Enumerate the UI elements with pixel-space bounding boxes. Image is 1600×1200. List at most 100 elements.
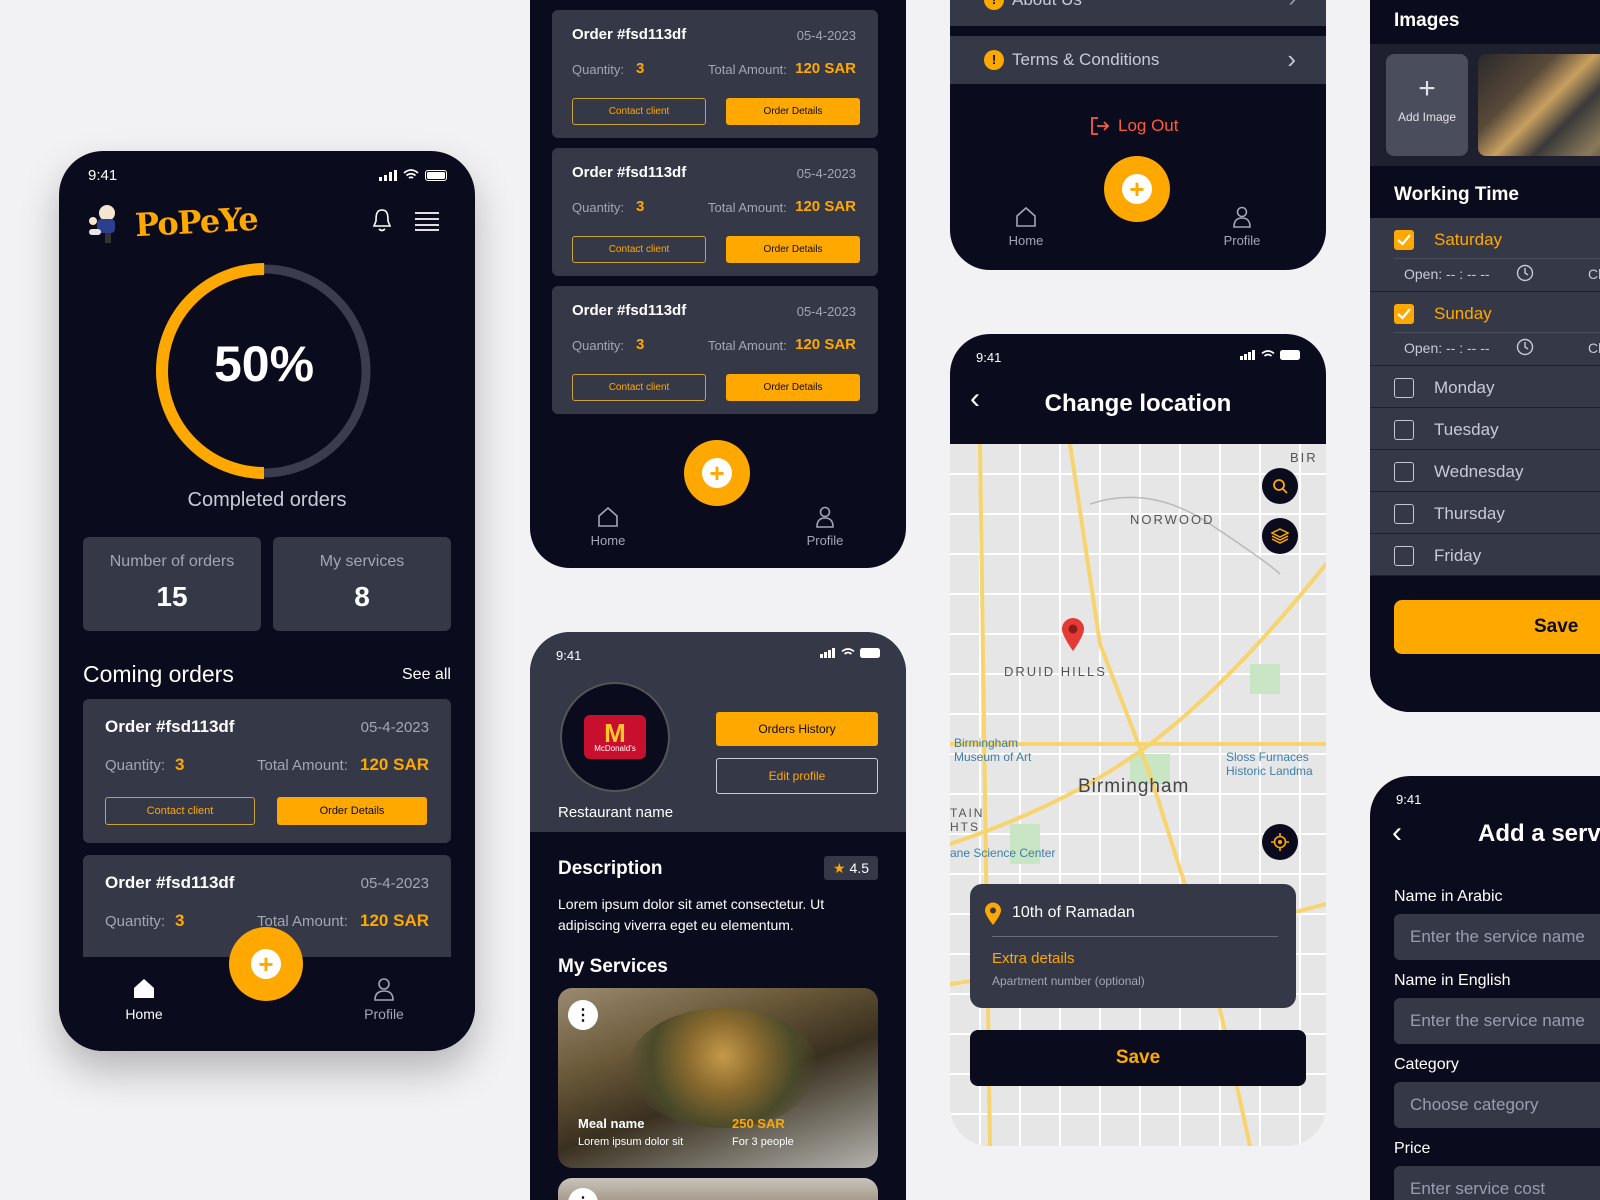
terms-row[interactable]: ! Terms & Conditions › xyxy=(950,36,1326,84)
day-label: Thursday xyxy=(1434,504,1505,523)
clock-icon[interactable] xyxy=(1516,264,1534,287)
day-row[interactable]: Tuesday xyxy=(1370,408,1600,449)
nav-profile-label: Profile xyxy=(806,533,844,548)
day-label: Sunday xyxy=(1434,304,1492,323)
profile-icon xyxy=(816,506,834,528)
chevron-right-icon: › xyxy=(1289,0,1296,12)
qty-value: 3 xyxy=(636,198,645,215)
day-label: Saturday xyxy=(1434,230,1503,249)
name-ar-input[interactable]: Enter the service name xyxy=(1394,914,1600,960)
map[interactable]: NORWOOD DRUID HILLS Birmingham Birmingha… xyxy=(950,444,1326,1146)
map-search-icon[interactable] xyxy=(1262,468,1298,504)
back-chevron-icon[interactable]: ‹ xyxy=(1392,818,1402,848)
order-card: Order #fsd113df 05-4-2023 Quantity: 3 Total … xyxy=(552,10,878,138)
add-fab-button[interactable]: + xyxy=(684,440,750,506)
stat-value: 8 xyxy=(354,581,370,612)
nav-profile[interactable]: Profile xyxy=(349,977,419,1022)
open-time-input[interactable]: -- : -- -- xyxy=(1446,340,1490,356)
day-row[interactable]: Saturday Open: -- : -- -- Cl xyxy=(1370,218,1600,291)
day-checkbox[interactable] xyxy=(1394,230,1414,250)
status-icons xyxy=(1240,350,1302,360)
name-en-label: Name in English xyxy=(1394,972,1511,989)
wifi-icon xyxy=(403,169,419,179)
contact-client-button[interactable]: Contact client xyxy=(572,236,706,263)
orders-history-button[interactable]: Orders History xyxy=(716,712,878,746)
stat-value: 15 xyxy=(156,581,188,612)
day-row[interactable]: Wednesday xyxy=(1370,450,1600,491)
nav-home[interactable]: Home xyxy=(578,506,638,548)
day-checkbox[interactable] xyxy=(1394,420,1414,440)
qty-label: Quantity: xyxy=(572,200,625,215)
save-label: Save xyxy=(1534,616,1579,637)
map-label: TAIN HTS xyxy=(950,806,985,834)
service-card[interactable]: ⋮ Meal name Lorem ipsum dolor sit 250 SA… xyxy=(558,988,878,1168)
order-details-button[interactable]: Order Details xyxy=(726,374,860,401)
service-card[interactable]: ⋮ xyxy=(558,1178,878,1200)
plus-icon: + xyxy=(1418,72,1436,105)
map-label: Sloss Furnaces Historic Landma xyxy=(1226,750,1313,778)
open-time-input[interactable]: -- : -- -- xyxy=(1446,266,1490,282)
address-value[interactable]: 10th of Ramadan xyxy=(1012,904,1135,922)
category-select[interactable]: Choose category xyxy=(1394,1082,1600,1128)
order-card: Order #fsd113df 05-4-2023 Quantity: 3 To… xyxy=(83,699,451,843)
day-checkbox[interactable] xyxy=(1394,378,1414,398)
day-checkbox[interactable] xyxy=(1394,462,1414,482)
terms-label: Terms & Conditions xyxy=(1012,50,1160,69)
contact-client-button[interactable]: Contact client xyxy=(572,374,706,401)
total-value: 120 SAR xyxy=(360,911,429,930)
about-row[interactable]: ! About Us › xyxy=(950,0,1326,26)
day-checkbox[interactable] xyxy=(1394,304,1414,324)
my-location-icon[interactable] xyxy=(1262,824,1298,860)
day-checkbox[interactable] xyxy=(1394,504,1414,524)
about-label: About Us xyxy=(1012,0,1082,10)
order-date: 05-4-2023 xyxy=(796,166,856,181)
bell-icon[interactable] xyxy=(371,207,393,238)
day-row[interactable]: Friday xyxy=(1370,534,1600,575)
map-label: DRUID HILLS xyxy=(1004,664,1107,679)
rating-badge: ★ 4.5 xyxy=(824,856,878,880)
extra-details-input[interactable]: Apartment number (optional) xyxy=(992,974,1145,988)
add-image-button[interactable]: + Add Image xyxy=(1386,54,1468,156)
day-row[interactable]: Sunday Open: -- : -- -- Cl xyxy=(1370,292,1600,365)
logout-button[interactable]: Log Out xyxy=(1090,116,1179,136)
order-card: Order #fsd113df 05-4-2023 Quantity: 3 Total … xyxy=(552,148,878,276)
add-fab-button[interactable]: + xyxy=(229,927,303,1001)
day-row[interactable]: Monday xyxy=(1370,366,1600,407)
price-input[interactable]: Enter service cost xyxy=(1394,1166,1600,1200)
more-options-icon[interactable]: ⋮ xyxy=(568,1000,598,1030)
map-label: NORWOOD xyxy=(1130,512,1215,527)
save-location-button[interactable]: Save xyxy=(970,1030,1306,1086)
save-label: Save xyxy=(1115,1047,1161,1068)
profile-icon xyxy=(1233,206,1251,228)
order-details-button[interactable]: Order Details xyxy=(277,797,427,825)
edit-profile-button[interactable]: Edit profile xyxy=(716,758,878,794)
day-row[interactable]: Thursday xyxy=(1370,492,1600,533)
nav-home[interactable]: Home xyxy=(109,977,179,1022)
order-date: 05-4-2023 xyxy=(796,304,856,319)
name-en-input[interactable]: Enter the service name xyxy=(1394,998,1600,1044)
star-icon: ★ xyxy=(832,859,846,876)
home-screen: 9:41 PoPeYe 50% Completed orders Number … xyxy=(59,151,475,1051)
order-details-button[interactable]: Order Details xyxy=(726,236,860,263)
images-title: Images xyxy=(1394,10,1460,31)
day-checkbox[interactable] xyxy=(1394,546,1414,566)
nav-profile[interactable]: Profile xyxy=(1212,206,1272,248)
order-details-button[interactable]: Order Details xyxy=(726,98,860,125)
contact-client-button[interactable]: Contact client xyxy=(572,98,706,125)
more-options-icon[interactable]: ⋮ xyxy=(568,1188,598,1200)
see-all-link[interactable]: See all xyxy=(402,666,451,684)
working-time-label: Working Time xyxy=(1394,184,1519,205)
contact-client-button[interactable]: Contact client xyxy=(105,797,255,825)
nav-profile[interactable]: Profile xyxy=(795,506,855,548)
working-save-button[interactable]: Save xyxy=(1394,600,1600,654)
qty-value: 3 xyxy=(175,755,185,774)
clock-icon[interactable] xyxy=(1516,338,1534,361)
nav-home[interactable]: Home xyxy=(996,206,1056,248)
meal-name: Meal name xyxy=(578,1116,645,1131)
mcdonalds-logo: M McDonald's xyxy=(584,715,646,759)
layers-icon[interactable] xyxy=(1262,518,1298,554)
add-fab-button[interactable]: + xyxy=(1104,156,1170,222)
add-image-label: Add Image xyxy=(1397,110,1457,124)
total-label: Total Amount: xyxy=(708,338,787,353)
menu-icon[interactable] xyxy=(415,211,439,236)
